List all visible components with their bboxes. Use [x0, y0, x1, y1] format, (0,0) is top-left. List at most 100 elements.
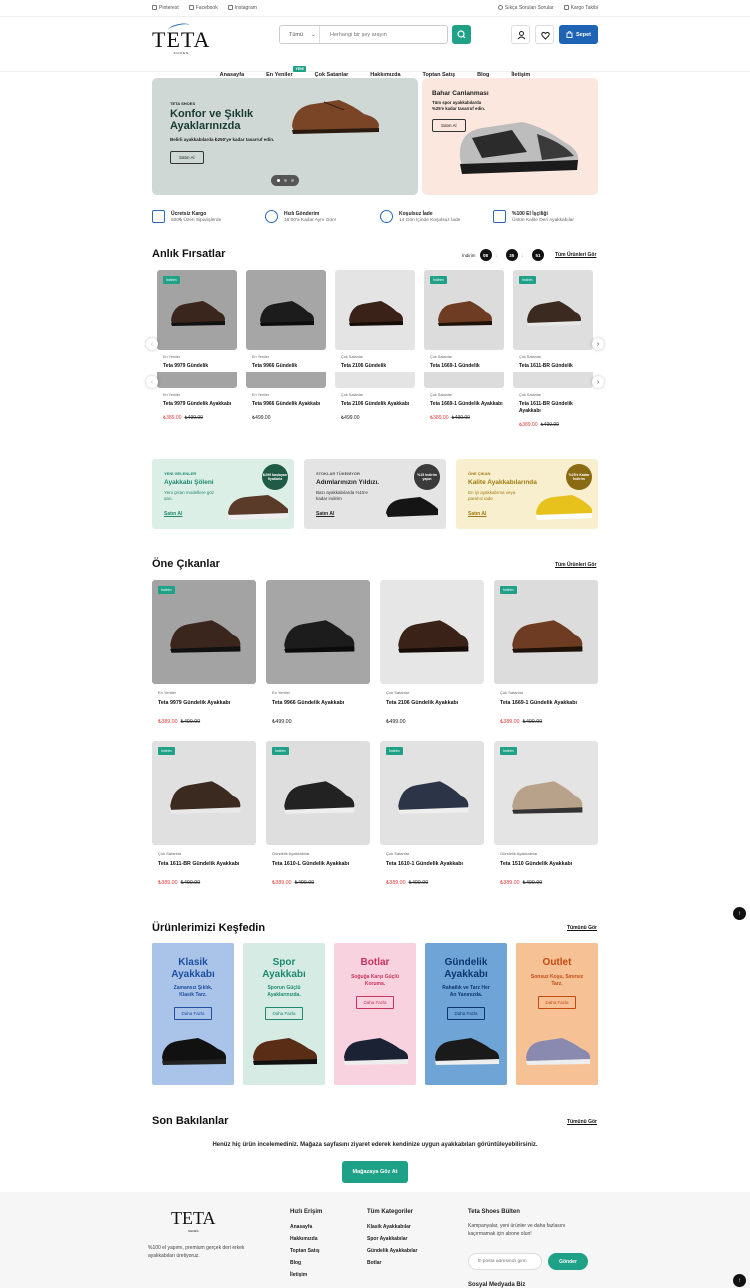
flash-product-card[interactable]: İndirim En Yeniler Teta 9979 Gündelik: [157, 270, 237, 370]
category-card[interactable]: Spor Ayakkabı Sporun Güçlü Ayaklarınızda.…: [243, 943, 325, 1085]
price: ₺389.00 ₺499.00: [519, 422, 559, 428]
pinterest-link[interactable]: Pinterest: [152, 5, 179, 11]
scroll-top-button[interactable]: ↑: [733, 907, 746, 920]
featured-product-card[interactable]: İndirim Gündelik Ayakkabılar Teta 1610-L…: [266, 741, 370, 886]
feature-free-shipping: Ücretsiz Kargo 500₺ Üzeri Siparişlerde: [152, 210, 221, 223]
price: ₺389.00 ₺499.00: [500, 880, 543, 886]
category-card[interactable]: Gündelik Ayakkabı Rahatlık ve Tarz Her An…: [425, 943, 507, 1085]
category-card[interactable]: Outlet Sonsuz Koşu, Sınırsız Tarz. Daha …: [516, 943, 598, 1085]
category-shoe-image: [435, 1038, 499, 1065]
cargo-tracking-link[interactable]: Kargo Takibi: [563, 5, 598, 11]
footer-link[interactable]: Blog: [290, 1260, 322, 1266]
scroll-top-button-2[interactable]: ↑: [733, 1274, 746, 1287]
flash-product-card[interactable]: Çok Satanlar Teta 2106 Gündelik: [335, 270, 415, 370]
featured-product-card[interactable]: İndirim Çok Satanlar Teta 1611-BR Gündel…: [152, 741, 256, 886]
price: ₺499.00: [272, 719, 292, 725]
discount-badge: İndirim: [158, 586, 175, 594]
newsletter-email-input[interactable]: [468, 1253, 542, 1270]
yellow-shoe-image: [536, 495, 592, 520]
flash-product-card-detail[interactable]: En Yeniler Teta 9966 Gündelik Ayakkabı ₺…: [246, 372, 326, 421]
promo-link[interactable]: Satın Al: [164, 511, 182, 517]
explore-see-all-link[interactable]: Tümünü Gör: [567, 925, 597, 931]
chevron-right-icon: ›: [596, 340, 600, 348]
cart-button[interactable]: Sepet: [559, 25, 598, 44]
footer-link[interactable]: Anasayfa: [290, 1224, 322, 1230]
category-more-button[interactable]: Daha Fazla: [447, 1007, 485, 1020]
promo-link[interactable]: Satın Al: [316, 511, 334, 517]
account-button[interactable]: [511, 25, 530, 44]
shoe-image: [512, 620, 583, 653]
flash-product-card-detail[interactable]: Çok Satanlar Teta 1611-BR Gündelik Ayakk…: [513, 372, 593, 428]
carousel-prev-button-2[interactable]: ‹: [146, 376, 158, 388]
hero-banner[interactable]: TETA SHOES Konfor ve Şıklık Ayaklarınızda…: [152, 78, 418, 195]
shoe-image: [170, 781, 241, 814]
search-icon: [457, 30, 466, 39]
promo-new-arrivals[interactable]: YENİ GELENLER Ayakkabı Şöleni Yeni çıkan…: [152, 459, 294, 529]
footer-link[interactable]: Hakkımızda: [290, 1236, 322, 1242]
wishlist-button[interactable]: [535, 25, 554, 44]
carousel-next-button[interactable]: ›: [592, 338, 604, 350]
footer-link[interactable]: Klasik Ayakkabılar: [367, 1224, 417, 1230]
product-image: [335, 270, 415, 350]
facebook-icon: [188, 5, 194, 10]
footer-logo[interactable]: TETA SHOES: [171, 1208, 216, 1233]
site-logo[interactable]: TETA SHOES: [152, 21, 210, 55]
search-input[interactable]: [320, 31, 440, 38]
category-more-button[interactable]: Daha Fazla: [356, 995, 394, 1009]
discount-badge: İndirim: [158, 747, 175, 755]
carousel-next-button-2[interactable]: ›: [592, 376, 604, 388]
discount-badge: İndirim: [500, 586, 517, 594]
faq-link[interactable]: Sıkça Sorulan Sorular: [497, 5, 554, 11]
featured-title: Öne Çıkanlar: [152, 558, 220, 570]
browse-store-button[interactable]: Mağazaya Göz At: [342, 1161, 408, 1183]
flash-deals-title: Anlık Fırsatlar: [152, 248, 226, 260]
truck-icon: [152, 210, 165, 223]
featured-product-card[interactable]: İndirim Çok Satanlar Teta 1669-1 Gündeli…: [494, 580, 598, 725]
top-bar: Pinterest Facebook Instagram Sıkça Sorul…: [0, 0, 750, 17]
search-button[interactable]: [452, 25, 471, 44]
sneaker-image: [459, 122, 579, 174]
newsletter-submit-button[interactable]: Gönder: [548, 1253, 588, 1270]
recently-viewed-see-all-link[interactable]: Tümünü Gör: [567, 1119, 597, 1125]
facebook-link[interactable]: Facebook: [188, 5, 218, 11]
hero-side-banner[interactable]: Bahar Canlanması Tüm spor ayakkabılarda%…: [422, 78, 598, 195]
footer-link[interactable]: Gündelik Ayakkabılar: [367, 1248, 417, 1254]
carousel-prev-button[interactable]: ‹: [146, 338, 158, 350]
featured-product-card[interactable]: İndirim Çok Satanlar Teta 1610-1 Gündeli…: [380, 741, 484, 886]
carousel-dots[interactable]: [271, 175, 299, 186]
timer-hours: 08: [479, 249, 492, 261]
footer-link[interactable]: Botlar: [367, 1260, 417, 1266]
timer-minutes: 35: [505, 249, 518, 261]
promo-featured-quality[interactable]: ÖNE ÇIKAN Kalite Ayakkabılarında En iyi …: [456, 459, 598, 529]
category-card[interactable]: Klasik Ayakkabı Zamansız Şıklık, Klasik T…: [152, 943, 234, 1085]
flash-see-all-link[interactable]: Tüm Ürünleri Gör: [555, 252, 596, 258]
featured-product-card[interactable]: En Yeniler Teta 9966 Gündelik Ayakkabı ₺…: [266, 580, 370, 725]
category-more-button[interactable]: Daha Fazla: [538, 995, 576, 1009]
flash-product-card-detail[interactable]: Çok Satanlar Teta 1669-1 Gündelik Ayakka…: [424, 372, 504, 421]
category-more-button[interactable]: Daha Fazla: [174, 1007, 212, 1020]
footer-link[interactable]: Spor Ayakkabılar: [367, 1236, 417, 1242]
price: ₺389.00 ₺499.00: [158, 719, 201, 725]
footer-link[interactable]: İletişim: [290, 1272, 322, 1278]
instagram-link[interactable]: Instagram: [227, 5, 257, 11]
category-more-button[interactable]: Daha Fazla: [265, 1007, 303, 1020]
price: ₺499.00: [252, 415, 271, 421]
flash-product-card-detail[interactable]: Çok Satanlar Teta 2106 Gündelik Ayakkabı…: [335, 372, 415, 421]
footer-link[interactable]: Toptan Satış: [290, 1248, 322, 1254]
featured-product-card[interactable]: İndirim En Yeniler Teta 9979 Gündelik Ay…: [152, 580, 256, 725]
featured-product-card[interactable]: Çok Satanlar Teta 2106 Gündelik Ayakkabı…: [380, 580, 484, 725]
featured-see-all-link[interactable]: Tüm Ürünleri Gör: [555, 562, 596, 568]
flash-product-card[interactable]: En Yeniler Teta 9966 Gündelik: [246, 270, 326, 370]
promo-low-stock[interactable]: STOKLAR TÜKENİYOR Adımlarınızın Yıldızı.…: [304, 459, 446, 529]
promo-link[interactable]: Satın Al: [468, 511, 486, 517]
flash-product-card[interactable]: İndirim Çok Satanlar Teta 1669-1 Gündeli…: [424, 270, 504, 370]
featured-product-card[interactable]: İndirim Gündelik Ayakkabılar Teta 1510 G…: [494, 741, 598, 886]
boat-shoe-image: [228, 495, 288, 520]
category-card[interactable]: Botlar Soğuğa Karşı Güçlü Koruma. Daha F…: [334, 943, 416, 1085]
flash-product-card-detail[interactable]: En Yeniler Teta 9979 Gündelik Ayakkabı ₺…: [157, 372, 237, 421]
hero-buy-button[interactable]: Satın Al: [170, 151, 204, 164]
category-title: Klasik Ayakkabı: [171, 957, 215, 980]
search-category-select[interactable]: Tümü ⌄: [280, 26, 320, 43]
footer-quick-links: Hızlı Erişim Anasayfa Hakkımızda Toptan …: [290, 1209, 323, 1278]
flash-product-card[interactable]: İndirim Çok Satanlar Teta 1611-BR Gündel…: [513, 270, 593, 370]
